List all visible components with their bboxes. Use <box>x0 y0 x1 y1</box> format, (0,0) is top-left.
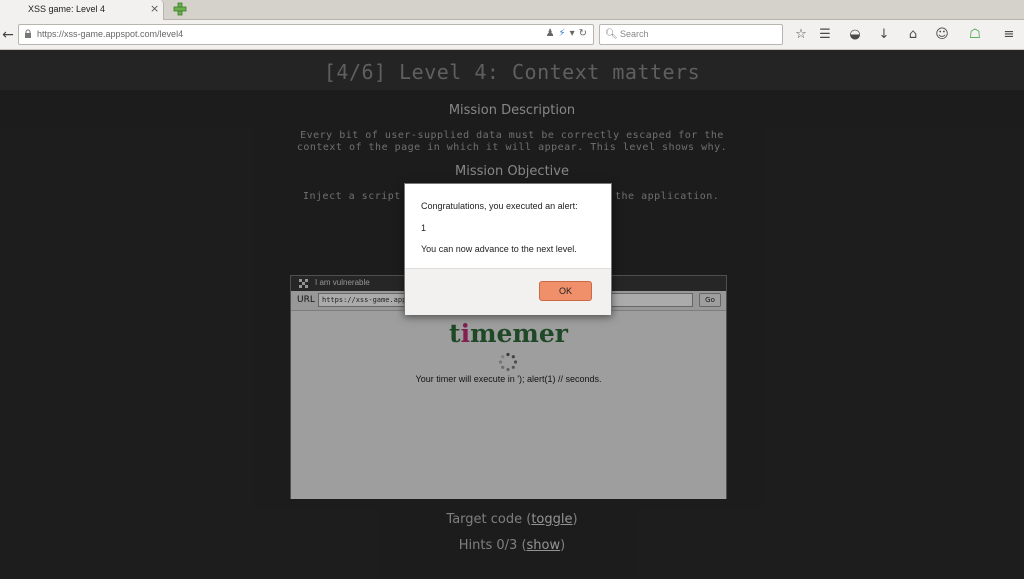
tab-close-icon[interactable]: × <box>150 2 159 15</box>
dialog-body: Congratulations, you executed an alert: … <box>405 184 611 268</box>
search-placeholder: Search <box>620 29 649 39</box>
menu-icon[interactable]: ≡ <box>1000 26 1018 44</box>
chat-icon[interactable]: ☺ <box>933 26 951 44</box>
new-tab-icon[interactable] <box>172 1 188 17</box>
dialog-message-line-3: You can now advance to the next level. <box>421 244 577 254</box>
alert-dialog: Congratulations, you executed an alert: … <box>404 183 612 315</box>
home-icon[interactable]: ⌂ <box>904 26 922 44</box>
reload-icon[interactable]: ↻ <box>579 28 587 39</box>
dropdown-arrow-icon[interactable]: ▾ <box>570 28 575 39</box>
tab-title: XSS game: Level 4 <box>28 4 106 14</box>
url-bar-icons: ♟ ⚡ ▾ ↻ <box>546 28 587 39</box>
search-icon: 🔍︎ <box>605 29 618 40</box>
search-bar[interactable]: 🔍︎ Search <box>599 24 783 45</box>
reading-list-icon[interactable]: ☰ <box>816 26 834 44</box>
dialog-footer: OK <box>405 268 611 315</box>
bookmark-star-icon[interactable]: ☆ <box>792 26 810 44</box>
back-arrow-icon[interactable]: ← <box>0 25 16 45</box>
dialog-alert-value: 1 <box>421 223 427 233</box>
ok-button[interactable]: OK <box>539 281 592 301</box>
navigation-bar: ← https://xss-game.appspot.com/level4 ♟ … <box>0 20 1024 50</box>
tab-strip: XSS game: Level 4 × <box>0 0 1024 20</box>
downloads-icon[interactable]: ↓ <box>875 26 893 44</box>
pocket-icon[interactable]: ◒ <box>846 26 864 44</box>
people-icon[interactable]: ♟ <box>546 28 555 39</box>
url-text: https://xss-game.appspot.com/level4 <box>37 29 184 39</box>
dialog-message-line-1: Congratulations, you executed an alert: <box>421 201 578 211</box>
url-bar[interactable]: https://xss-game.appspot.com/level4 ♟ ⚡ … <box>18 24 594 45</box>
tab-xss-game[interactable]: XSS game: Level 4 × <box>0 0 164 20</box>
shield-icon[interactable]: ☖ <box>966 26 984 44</box>
lock-icon <box>25 29 31 38</box>
lightning-icon[interactable]: ⚡ <box>559 28 566 39</box>
